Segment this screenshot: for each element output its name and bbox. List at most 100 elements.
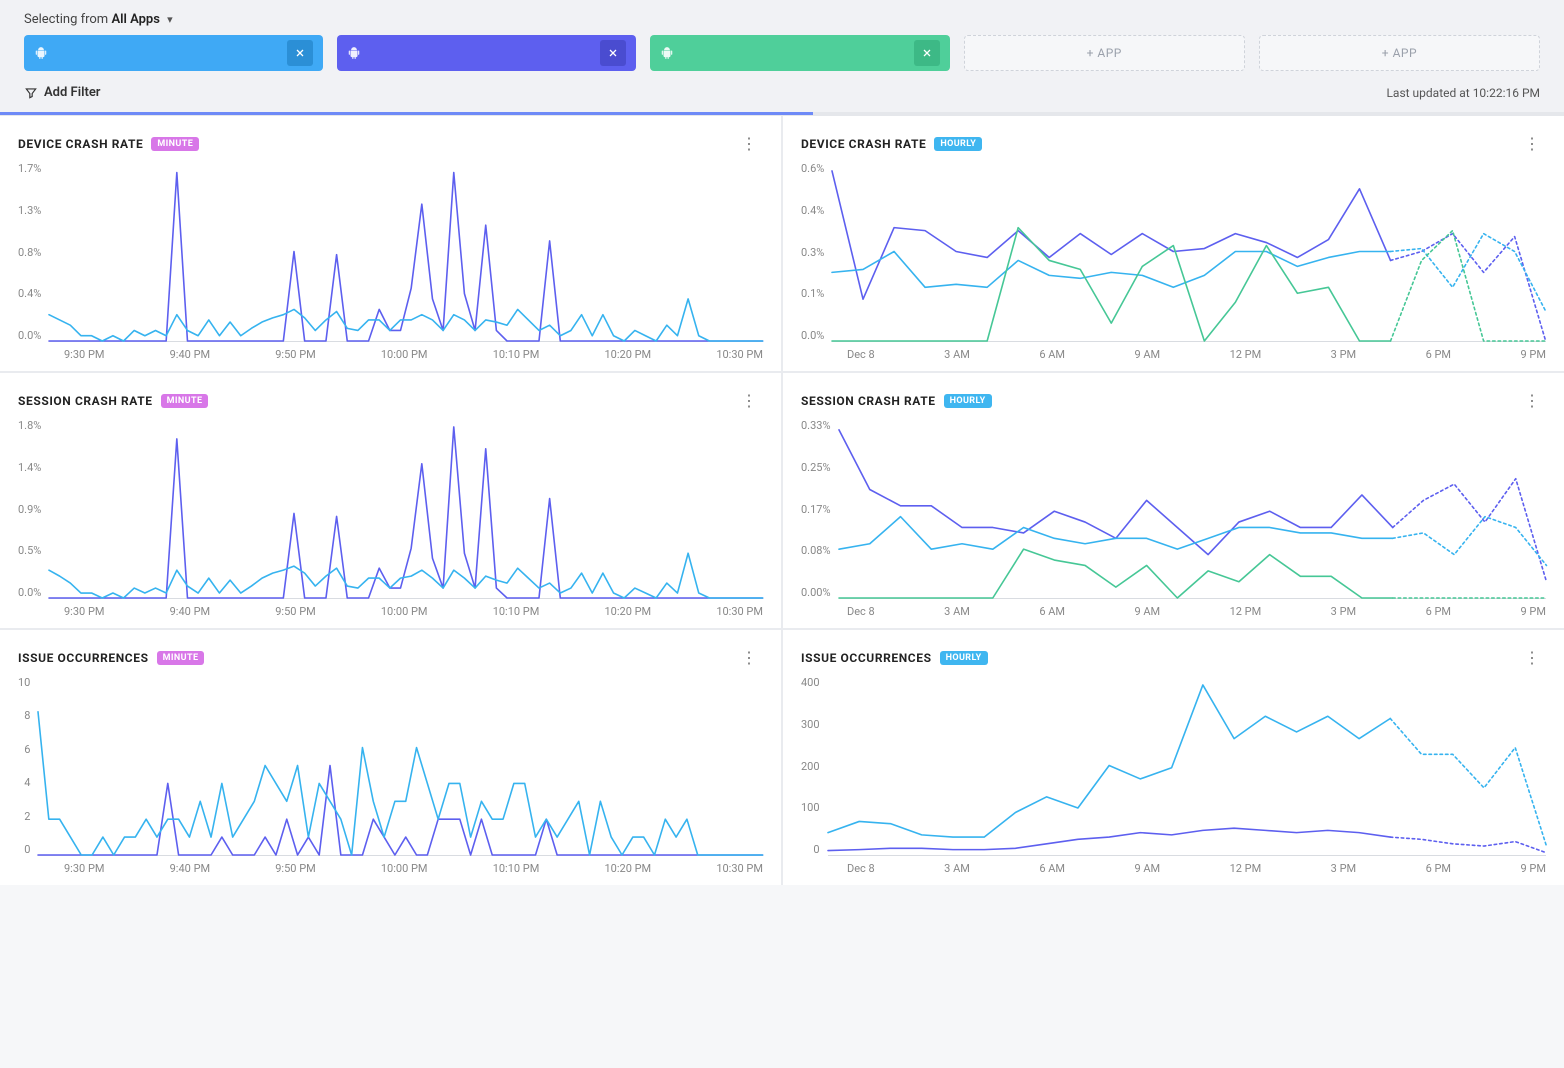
chart-menu-button[interactable]: ⋮ — [1518, 389, 1546, 413]
y-tick: 0.4% — [801, 204, 824, 217]
y-tick: 0.08% — [801, 544, 831, 557]
chart-body: 0.33%0.25%0.17%0.08%0.00% — [801, 419, 1546, 599]
charts-grid: DEVICE CRASH RATEMINUTE⋮1.7%1.3%0.8%0.4%… — [0, 116, 1564, 885]
chip-remove-button[interactable] — [287, 40, 313, 66]
app-chip-3[interactable] — [650, 35, 949, 71]
x-tick: 6 AM — [1039, 348, 1065, 361]
y-tick: 1.3% — [18, 204, 41, 217]
y-tick: 0.0% — [18, 329, 41, 342]
y-tick: 300 — [801, 718, 820, 731]
y-tick: 4 — [24, 776, 30, 789]
x-tick: 9:50 PM — [275, 862, 315, 875]
chart-body: 1.7% 1.3% 0.8% 0.4% 0.0% — [18, 162, 763, 342]
y-tick: 0.4% — [18, 287, 41, 300]
chart-menu-button[interactable]: ⋮ — [735, 646, 763, 670]
y-axis: 1086420 — [18, 676, 38, 856]
chart-badge: MINUTE — [157, 651, 205, 665]
chip-remove-button[interactable] — [914, 40, 940, 66]
x-tick: 9 PM — [1520, 605, 1545, 618]
series-blue-forecast — [1390, 719, 1546, 847]
chart-title: SESSION CRASH RATE — [18, 394, 153, 408]
x-tick: 3 AM — [944, 605, 970, 618]
y-tick: 1.7% — [18, 162, 41, 175]
x-tick: 10:30 PM — [716, 862, 763, 875]
chart-card-issues_hourly: ISSUE OCCURRENCESHOURLY⋮4003002001000Dec… — [783, 630, 1564, 885]
y-tick: 0.0% — [801, 329, 824, 342]
x-tick: 9:40 PM — [170, 862, 210, 875]
chart-menu-button[interactable]: ⋮ — [1518, 132, 1546, 156]
chart-plot[interactable] — [49, 419, 763, 599]
x-tick: 9 AM — [1134, 605, 1160, 618]
y-axis: 1.8%1.4%0.9%0.5%0.0% — [18, 419, 49, 599]
x-tick: 10:00 PM — [381, 862, 428, 875]
android-icon — [34, 46, 48, 60]
x-axis: Dec 83 AM6 AM9 AM12 PM3 PM6 PM9 PM — [801, 342, 1546, 361]
add-app-slot-2[interactable]: + APP — [1259, 35, 1540, 71]
android-icon — [660, 46, 674, 60]
app-chip-2[interactable] — [337, 35, 636, 71]
y-tick: 6 — [24, 743, 30, 756]
chart-card-device_minute: DEVICE CRASH RATEMINUTE⋮ 1.7% 1.3% 0.8% 0.4%… — [0, 116, 781, 371]
chart-menu-button[interactable]: ⋮ — [1518, 646, 1546, 670]
y-tick: 0 — [813, 843, 819, 856]
chart-plot[interactable] — [832, 162, 1546, 342]
x-tick: 12 PM — [1230, 605, 1262, 618]
y-tick: 0.17% — [801, 503, 831, 516]
chart-plot[interactable] — [828, 676, 1546, 856]
add-app-label: + APP — [1382, 46, 1417, 60]
chart-menu-button[interactable]: ⋮ — [735, 132, 763, 156]
x-tick: 6 PM — [1426, 605, 1451, 618]
series-purple — [832, 171, 1391, 299]
y-tick: 0.8% — [18, 246, 41, 259]
x-tick: 12 PM — [1230, 348, 1262, 361]
app-chip-1[interactable] — [24, 35, 323, 71]
chart-header: SESSION CRASH RATEHOURLY⋮ — [801, 389, 1546, 413]
add-app-slot-1[interactable]: + APP — [964, 35, 1245, 71]
series-green-forecast — [1391, 231, 1546, 341]
selecting-from[interactable]: Selecting from All Apps ▾ — [24, 12, 1540, 35]
x-tick: Dec 8 — [847, 605, 875, 618]
chip-remove-button[interactable] — [600, 40, 626, 66]
chart-header: ISSUE OCCURRENCESMINUTE⋮ — [18, 646, 763, 670]
x-tick: 9:50 PM — [275, 348, 315, 361]
x-tick: 6 PM — [1426, 348, 1451, 361]
y-tick: 400 — [801, 676, 820, 689]
x-tick: 10:10 PM — [493, 605, 540, 618]
chart-plot[interactable] — [49, 162, 763, 342]
y-tick: 0.33% — [801, 419, 831, 432]
x-tick: 10:30 PM — [716, 605, 763, 618]
chart-badge: HOURLY — [934, 137, 982, 151]
add-filter-button[interactable]: Add Filter — [44, 85, 101, 100]
chart-badge: HOURLY — [944, 394, 992, 408]
x-axis: 9:30 PM9:40 PM9:50 PM10:00 PM10:10 PM10:… — [18, 856, 763, 875]
chart-menu-button[interactable]: ⋮ — [735, 389, 763, 413]
last-updated-prefix: Last updated at — [1386, 86, 1469, 100]
series-purple-forecast — [1392, 479, 1546, 582]
app-chips-row: + APP + APP — [24, 35, 1540, 85]
series-purple-forecast — [1390, 837, 1546, 853]
x-tick: 10:20 PM — [605, 348, 652, 361]
x-tick: 10:20 PM — [605, 605, 652, 618]
selecting-prefix: Selecting from — [24, 12, 108, 27]
chart-card-session_hourly: SESSION CRASH RATEHOURLY⋮0.33%0.25%0.17%… — [783, 373, 1564, 628]
chart-body: 0.6%0.4%0.3%0.1%0.0% — [801, 162, 1546, 342]
chevron-down-icon: ▾ — [167, 13, 173, 26]
series-blue — [49, 299, 763, 341]
x-tick: 9:30 PM — [64, 348, 104, 361]
chart-title: DEVICE CRASH RATE — [18, 137, 143, 151]
series-blue-forecast — [1391, 234, 1546, 312]
x-tick: 10:00 PM — [381, 348, 428, 361]
chart-plot[interactable] — [38, 676, 763, 856]
chart-plot[interactable] — [839, 419, 1546, 599]
series-purple — [839, 430, 1393, 555]
chart-header: DEVICE CRASH RATEMINUTE⋮ — [18, 132, 763, 156]
series-blue — [38, 712, 763, 855]
x-tick: 9:40 PM — [170, 605, 210, 618]
close-icon — [921, 47, 933, 59]
chart-badge: MINUTE — [161, 394, 209, 408]
chart-title: DEVICE CRASH RATE — [801, 137, 926, 151]
x-tick: 10:20 PM — [605, 862, 652, 875]
close-icon — [607, 47, 619, 59]
y-tick: 0 — [24, 843, 30, 856]
x-tick: 9:40 PM — [170, 348, 210, 361]
